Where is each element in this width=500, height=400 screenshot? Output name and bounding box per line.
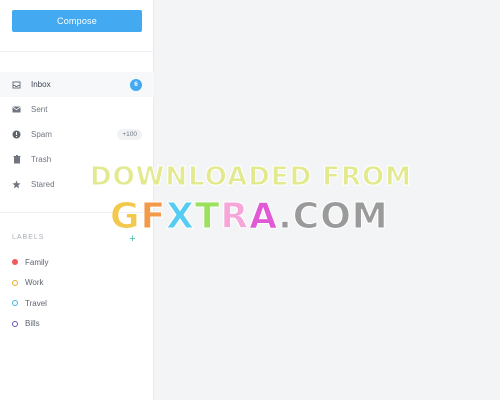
label-name: Family [25, 257, 49, 267]
compose-button[interactable]: Compose [12, 10, 142, 32]
label-list: Family Work Travel Bills [0, 252, 154, 334]
divider [0, 212, 154, 213]
envelope-icon [12, 105, 21, 114]
nav-item-sent[interactable]: Sent [0, 97, 154, 122]
label-color-dot [12, 300, 18, 307]
nav-item-stared[interactable]: Stared [0, 172, 154, 197]
sidebar: Compose Inbox 6 Sent Spam +100 Trash Sta… [0, 0, 154, 400]
label-name: Bills [25, 319, 40, 329]
label-item-travel[interactable]: Travel [0, 293, 154, 314]
nav-item-label: Sent [31, 105, 48, 114]
label-item-bills[interactable]: Bills [0, 314, 154, 335]
divider [0, 51, 154, 52]
unread-count-badge: 6 [130, 78, 142, 91]
star-icon [12, 180, 21, 189]
spam-count-badge: +100 [117, 129, 142, 140]
label-item-family[interactable]: Family [0, 252, 154, 273]
label-item-work[interactable]: Work [0, 273, 154, 294]
nav-item-spam[interactable]: Spam +100 [0, 122, 154, 147]
trash-icon [12, 155, 21, 164]
inbox-icon [12, 80, 21, 89]
label-color-dot [12, 320, 18, 327]
mail-nav: Inbox 6 Sent Spam +100 Trash Stared [0, 72, 154, 197]
label-color-dot [12, 259, 18, 266]
nav-item-trash[interactable]: Trash [0, 147, 154, 172]
label-color-dot [12, 279, 18, 286]
mail-app: Compose Inbox 6 Sent Spam +100 Trash Sta… [0, 0, 500, 400]
labels-heading: LABELS [12, 234, 45, 241]
label-name: Travel [25, 298, 47, 308]
nav-item-label: Trash [31, 155, 52, 164]
label-name: Work [25, 278, 44, 288]
alert-icon [12, 130, 21, 139]
main-content-area [154, 0, 500, 400]
nav-item-label: Stared [31, 180, 55, 189]
add-label-button[interactable]: + [128, 234, 137, 245]
nav-item-label: Spam [31, 130, 52, 139]
nav-item-label: Inbox [31, 80, 51, 89]
nav-item-inbox[interactable]: Inbox 6 [0, 72, 154, 97]
